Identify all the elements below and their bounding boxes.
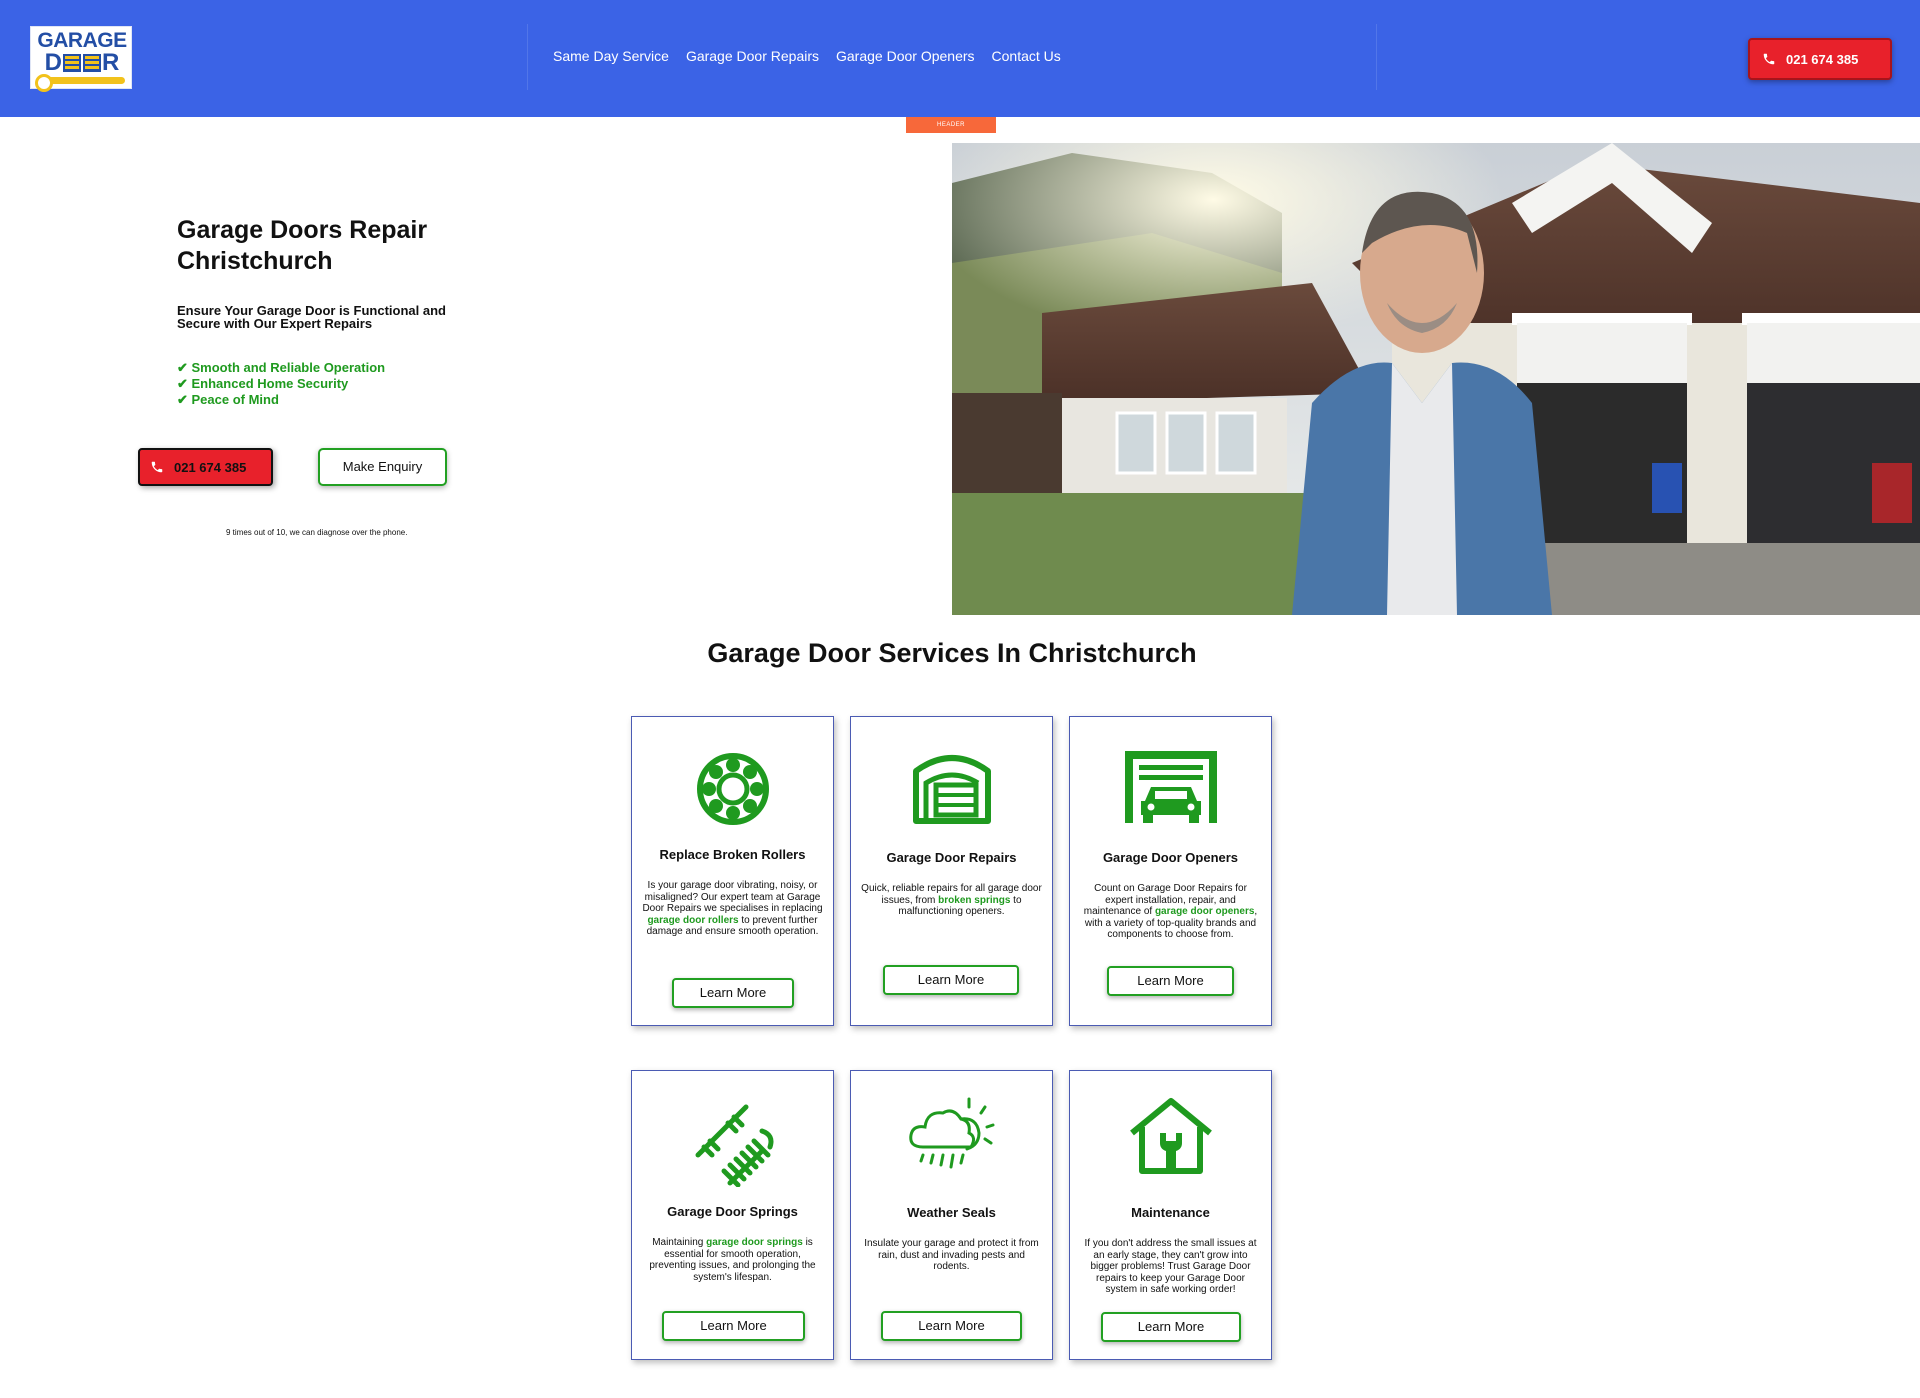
learn-more-button[interactable]: Learn More [881, 1311, 1022, 1341]
house-wrench-icon [1070, 1097, 1271, 1175]
hero-photo-illustration [952, 143, 1920, 615]
roller-bearing-icon [632, 751, 833, 827]
divider [527, 24, 528, 90]
phone-icon [1763, 53, 1775, 65]
link-garage-door-rollers[interactable]: garage door rollers [647, 915, 738, 926]
hero-subtitle: Ensure Your Garage Door is Functional an… [177, 303, 446, 331]
logo-door-icon [63, 54, 81, 72]
hero-title: Garage Doors Repair Christchurch [177, 216, 428, 275]
services-heading: Garage Door Services In Christchurch [707, 638, 1197, 668]
diagnose-note: 9 times out of 10, we can diagnose over … [226, 528, 408, 537]
link-broken-springs[interactable]: broken springs [938, 895, 1010, 906]
service-title: Garage Door Repairs [886, 850, 1017, 865]
header-call-label: 021 674 385 [1786, 51, 1859, 67]
header-tag: HEADER [906, 117, 996, 133]
site-header: GARAGE D R Same Day Service Garage Door … [0, 0, 1920, 117]
learn-more-button[interactable]: Learn More [883, 965, 1019, 995]
service-card-repairs: Garage Door Repairs Quick, reliable repa… [850, 716, 1053, 1026]
nav-contact-us[interactable]: Contact Us [992, 48, 1061, 64]
logo-wrench-icon [35, 74, 125, 92]
service-desc: If you don't address the small issues at… [1084, 1238, 1257, 1295]
service-desc: Is your garage door vibrating, noisy, or… [642, 880, 823, 937]
weather-cloud-sun-icon [851, 1097, 1052, 1173]
service-card-rollers: Replace Broken Rollers Is your garage do… [631, 716, 834, 1026]
service-title: Replace Broken Rollers [659, 847, 806, 862]
make-enquiry-button[interactable]: Make Enquiry [318, 448, 447, 486]
phone-icon [151, 461, 163, 473]
service-desc: Insulate your garage and protect it from… [864, 1238, 1039, 1272]
hero-call-label: 021 674 385 [174, 459, 247, 475]
service-card-maintenance: Maintenance If you don't address the sma… [1069, 1070, 1272, 1360]
service-desc: Count on Garage Door Repairs for expert … [1083, 883, 1258, 940]
garage-door-logo[interactable]: GARAGE D R [30, 26, 132, 92]
hero-image-smiling-man-garage [952, 143, 1920, 615]
divider [1376, 24, 1377, 90]
hero-call-button[interactable]: 021 674 385 [138, 448, 273, 486]
header-call-button[interactable]: 021 674 385 [1748, 38, 1892, 80]
nav-garage-door-openers[interactable]: Garage Door Openers [836, 48, 975, 64]
service-desc: Maintaining garage door springs is essen… [649, 1237, 816, 1283]
nav-same-day-service[interactable]: Same Day Service [553, 48, 669, 64]
garage-opener-car-icon [1070, 749, 1271, 825]
link-garage-door-springs[interactable]: garage door springs [706, 1237, 803, 1248]
garage-door-repair-icon [851, 751, 1052, 827]
benefit-item: ✔ Peace of Mind [177, 392, 279, 407]
service-desc: Quick, reliable repairs for all garage d… [861, 883, 1042, 917]
hero-benefits: ✔ Smooth and Reliable Operation ✔ Enhanc… [177, 360, 385, 408]
service-title: Maintenance [1131, 1205, 1210, 1220]
link-garage-door-openers[interactable]: garage door openers [1155, 906, 1254, 917]
learn-more-button[interactable]: Learn More [672, 978, 794, 1008]
learn-more-button[interactable]: Learn More [1107, 966, 1234, 996]
service-title: Garage Door Openers [1102, 850, 1239, 865]
service-card-weather-seals: Weather Seals Insulate your garage and p… [850, 1070, 1053, 1360]
nav-garage-door-repairs[interactable]: Garage Door Repairs [686, 48, 819, 64]
service-card-springs: Garage Door Springs Maintaining garage d… [631, 1070, 834, 1360]
benefit-item: ✔ Smooth and Reliable Operation [177, 360, 386, 375]
learn-more-button[interactable]: Learn More [1101, 1312, 1241, 1342]
benefit-item: ✔ Enhanced Home Security [177, 376, 349, 391]
main-nav: Same Day Service Garage Door Repairs Gar… [553, 48, 1061, 64]
spring-icon [632, 1101, 833, 1187]
service-card-openers: Garage Door Openers Count on Garage Door… [1069, 716, 1272, 1026]
service-title: Weather Seals [907, 1205, 996, 1220]
learn-more-button[interactable]: Learn More [662, 1311, 805, 1341]
logo-door-icon [83, 54, 101, 72]
service-title: Garage Door Springs [667, 1204, 798, 1219]
logo-word-door: D R [44, 49, 120, 76]
